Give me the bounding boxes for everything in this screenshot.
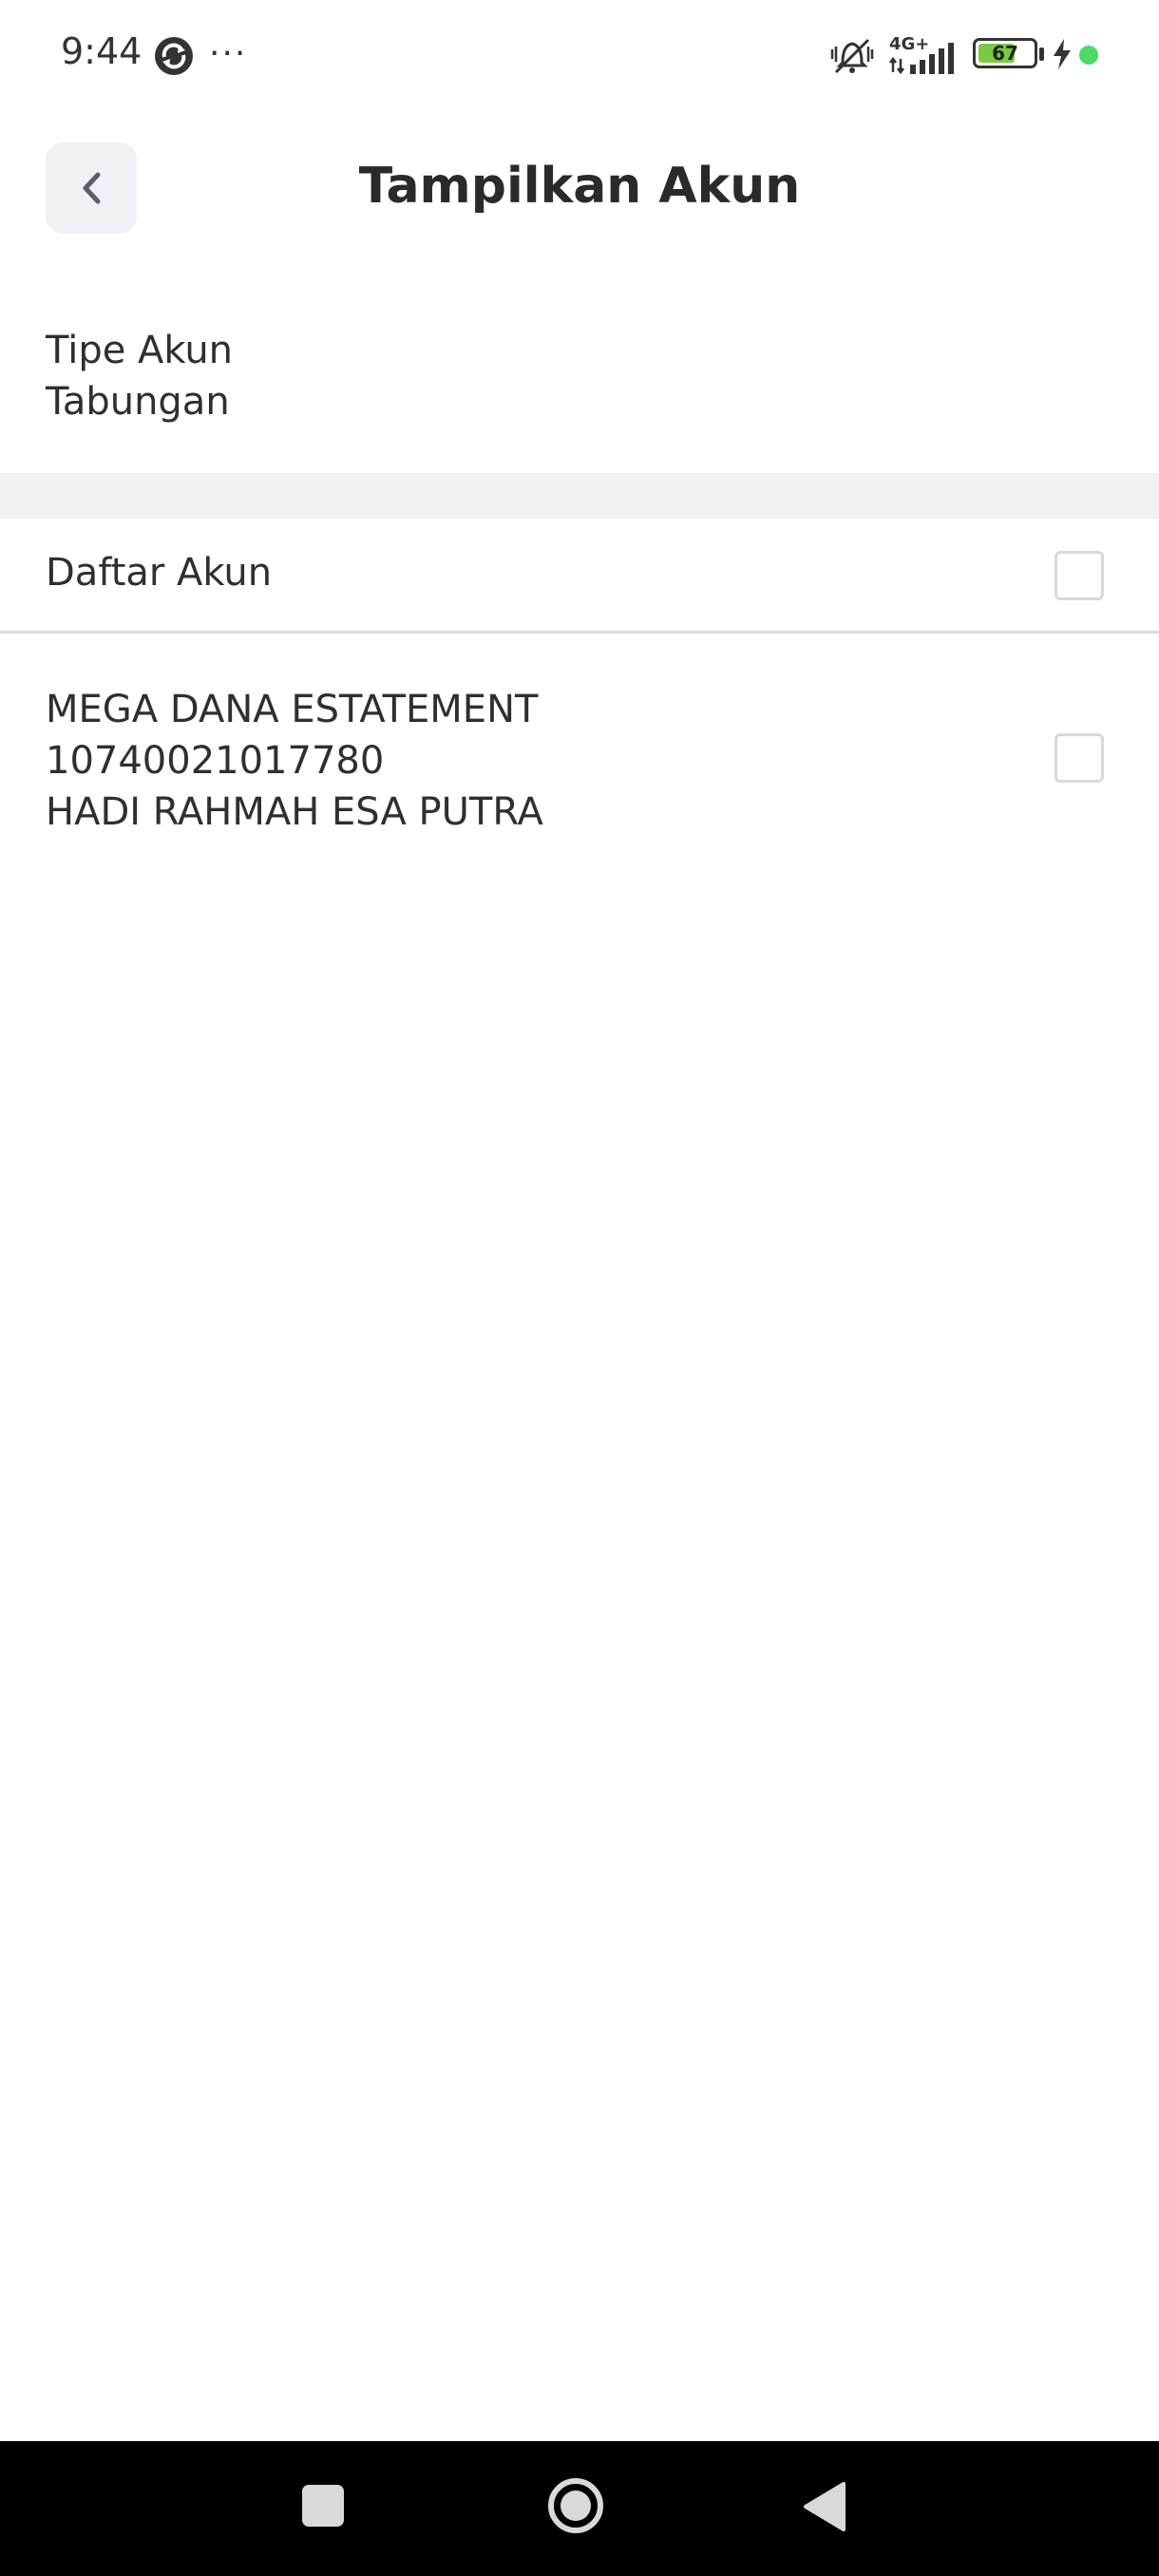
charging-bolt-icon [1054,39,1071,69]
account-list-header: Daftar Akun [0,519,1159,631]
battery-icon: 67 [973,38,1037,68]
sync-icon [155,37,193,75]
select-all-checkbox[interactable] [1054,551,1104,600]
battery-tip [1039,47,1044,61]
account-checkbox[interactable] [1054,733,1104,783]
more-icon: ··· [209,34,248,73]
status-dot [1079,46,1098,65]
status-bar: 9:44 ··· 4G+ 67 [0,0,1159,112]
section-divider [0,473,1159,519]
back-triangle-icon[interactable] [802,2481,847,2532]
account-holder: HADI RAHMAH ESA PUTRA [46,790,543,834]
page-title: Tampilkan Akun [358,158,801,215]
divider [0,631,1159,634]
list-item[interactable]: MEGA DANA ESTATEMENT 10740021017780 HADI… [0,635,1159,881]
account-info: MEGA DANA ESTATEMENT 10740021017780 HADI… [46,684,543,838]
account-type-block: Tipe Akun Tabungan [46,325,233,427]
signal-icon [889,43,954,75]
account-type-label: Tipe Akun [46,329,234,372]
recents-icon[interactable] [302,2485,344,2527]
account-product: MEGA DANA ESTATEMENT [46,688,539,731]
navigation-bar [0,2441,1159,2576]
home-icon[interactable] [547,2477,604,2534]
battery-level: 67 [992,42,1018,65]
status-time: 9:44 [61,30,142,72]
account-list-label: Daftar Akun [46,551,273,595]
mute-icon [830,38,874,74]
account-type-value: Tabungan [46,380,230,424]
account-number: 10740021017780 [46,739,385,783]
